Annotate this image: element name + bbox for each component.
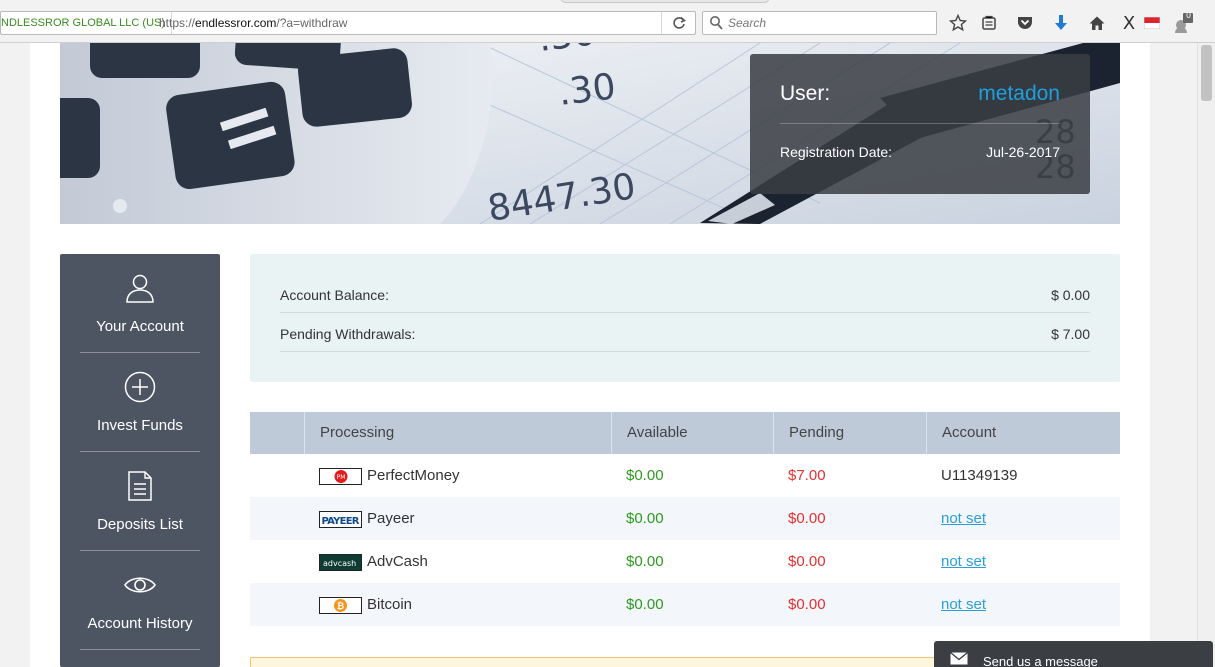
username: metadon [978,82,1060,105]
svg-text:.30: .30 [556,66,618,114]
pending-withdrawals-row: Pending Withdrawals: $ 7.00 [280,313,1090,352]
pending-value: $7.00 [788,467,826,484]
table-header: Processing Available Pending Account [250,412,1120,454]
table-row: ₿ Bitcoin $0.00 $0.00 not set [250,583,1120,626]
url-text[interactable]: https://endlessror.com/?a=withdraw [159,12,347,34]
user-icon [124,272,156,304]
notification-icon[interactable]: 0 [1172,11,1194,34]
account-balance-value: $ 0.00 [1051,287,1090,303]
account-balance-label: Account Balance: [280,287,389,303]
bitcoin-logo-text: ₿ [337,601,344,612]
perfectmoney-logo-icon: PM [319,468,362,485]
table-row: PM PerfectMoney $0.00 $7.00 U11349139 [250,454,1120,497]
available-value: $0.00 [626,553,664,570]
eye-icon [124,569,156,601]
payeer-logo-text: PAYEER [322,516,360,527]
account-value: U11349139 [941,467,1018,484]
advcash-logo-text: advcash [323,559,356,568]
pocket-icon[interactable] [1014,12,1036,34]
account-sidebar: Your Account Invest Funds Deposits List … [60,254,220,667]
home-icon[interactable] [1086,12,1108,34]
registration-date-value: Jul-26-2017 [986,144,1060,160]
available-value: $0.00 [626,596,664,613]
bitcoin-logo-icon: ₿ [319,597,362,614]
send-message-chat-button[interactable]: Send us a message [934,641,1213,667]
reload-icon[interactable] [661,12,695,34]
search-input[interactable]: Search [702,11,937,35]
account-not-set-link[interactable]: not set [941,497,986,540]
account-balance-row: Account Balance: $ 0.00 [280,274,1090,313]
url-path: /?a=withdraw [276,16,348,30]
sidebar-item-label: Your Account [96,318,184,335]
envelope-icon [950,651,968,667]
flag-icon[interactable] [1141,12,1163,34]
page-scrollbar[interactable] [1197,43,1215,667]
plus-circle-icon [124,371,156,403]
scrollbar-thumb[interactable] [1201,45,1212,101]
registration-date-label: Registration Date: [780,144,893,160]
pending-withdrawals-label: Pending Withdrawals: [280,326,416,342]
table-row: advcash AdvCash $0.00 $0.00 not set [250,540,1120,583]
document-icon [124,470,156,502]
bookmark-star-icon[interactable] [947,12,969,34]
table-row: PAYEER Payeer $0.00 $0.00 not set [250,497,1120,540]
account-not-set-link[interactable]: not set [941,540,986,583]
tab-strip-edge [560,0,770,3]
reading-list-icon[interactable] [978,12,1000,34]
pending-value: $0.00 [788,510,826,527]
sidebar-item-your-account[interactable]: Your Account [80,254,200,353]
processor-name: Payeer [367,510,415,527]
sidebar-item-deposits-list[interactable]: Deposits List [80,452,200,551]
available-value: $0.00 [626,467,664,484]
sidebar-item-label: Deposits List [97,516,183,533]
notice-box [250,657,950,667]
url-prefix: https:// [159,16,196,30]
search-icon [709,15,723,36]
url-domain: endlessror.com [195,16,277,30]
download-arrow-icon[interactable] [1050,12,1072,34]
user-box-divider [780,123,1060,124]
user-label: User: [780,82,831,105]
notification-badge: 0 [1186,11,1192,20]
search-placeholder: Search [728,16,767,30]
payeer-logo-icon: PAYEER [319,511,362,528]
pending-withdrawals-value: $ 7.00 [1051,326,1090,342]
available-value: $0.00 [626,510,664,527]
site-identity[interactable]: NDLESSROR GLOBAL LLC (US) [1,12,173,34]
browser-toolbar: NDLESSROR GLOBAL LLC (US) https://endles… [0,0,1215,43]
processors-table: Processing Available Pending Account PM … [250,412,1120,626]
advcash-logo-icon: advcash [319,554,362,571]
processor-name: AdvCash [367,553,428,570]
sidebar-item-label: Invest Funds [97,417,183,434]
balance-summary: Account Balance: $ 0.00 Pending Withdraw… [250,254,1120,382]
user-info-panel: User: metadon Registration Date: Jul-26-… [750,54,1090,194]
chat-label: Send us a message [983,654,1098,667]
account-not-set-link[interactable]: not set [941,583,986,626]
url-bar[interactable]: NDLESSROR GLOBAL LLC (US) https://endles… [0,11,696,35]
header-processing: Processing [304,412,611,454]
sidebar-item-account-history[interactable]: Account History [80,551,200,650]
header-account: Account [926,412,1120,454]
x-extension-icon[interactable]: X [1118,12,1140,34]
sidebar-item-invest-funds[interactable]: Invest Funds [80,353,200,452]
perfectmoney-logo-text: PM [337,474,346,481]
header-available: Available [611,412,773,454]
processor-name: PerfectMoney [367,467,460,484]
processor-name: Bitcoin [367,596,413,613]
pending-value: $0.00 [788,553,826,570]
sidebar-item-label: Account History [87,615,193,632]
pending-value: $0.00 [788,596,826,613]
header-pending: Pending [773,412,926,454]
